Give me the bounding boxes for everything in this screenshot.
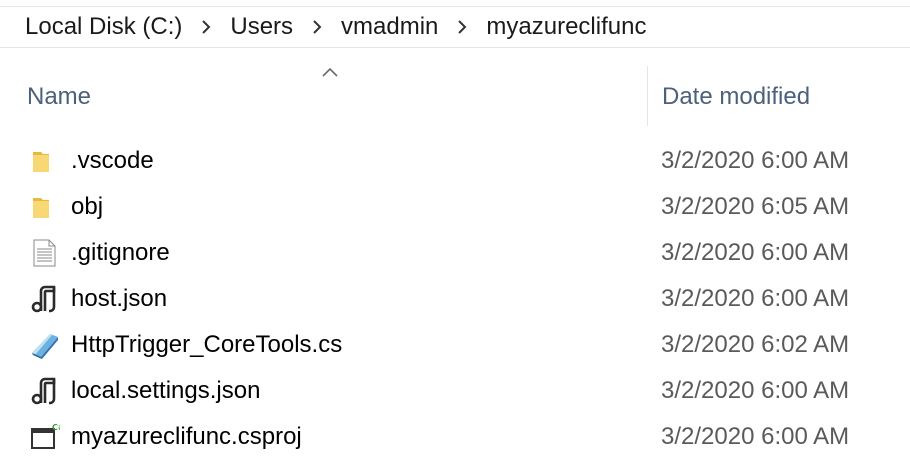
json-file-icon xyxy=(30,376,60,406)
breadcrumb: Local Disk (C:) Users vmadmin myazurecli… xyxy=(0,6,910,48)
file-name: host.json xyxy=(71,285,168,312)
file-name: local.settings.json xyxy=(71,377,261,404)
file-name: .gitignore xyxy=(71,239,170,266)
list-item[interactable]: C# myazureclifunc.csproj 3/2/2020 6:00 A… xyxy=(0,414,910,457)
svg-text:C#: C# xyxy=(52,423,60,432)
folder-icon xyxy=(30,192,60,222)
file-name: .vscode xyxy=(71,147,154,174)
csproj-file-icon: C# xyxy=(30,422,60,452)
file-name: myazureclifunc.csproj xyxy=(71,423,302,450)
chevron-right-icon[interactable] xyxy=(310,17,324,37)
breadcrumb-item-users[interactable]: Users xyxy=(230,13,293,41)
file-explorer-window: Local Disk (C:) Users vmadmin myazurecli… xyxy=(0,0,910,457)
list-item[interactable]: obj 3/2/2020 6:05 AM xyxy=(0,184,910,230)
file-date-modified: 3/2/2020 6:02 AM xyxy=(661,331,850,358)
csharp-file-icon xyxy=(30,330,60,360)
column-header-row: Name Date modified xyxy=(0,48,910,126)
file-date-modified: 3/2/2020 6:05 AM xyxy=(661,193,850,220)
file-date-modified: 3/2/2020 6:00 AM xyxy=(661,377,850,404)
file-list: .vscode 3/2/2020 6:00 AM obj 3/2/2020 6:… xyxy=(0,138,910,457)
chevron-right-icon[interactable] xyxy=(455,17,469,37)
file-date-modified: 3/2/2020 6:00 AM xyxy=(661,423,850,450)
chevron-right-icon[interactable] xyxy=(199,17,213,37)
json-file-icon xyxy=(30,284,60,314)
text-file-icon xyxy=(30,238,60,268)
column-header-name[interactable]: Name xyxy=(27,83,91,111)
list-item[interactable]: local.settings.json 3/2/2020 6:00 AM xyxy=(0,368,910,414)
list-item[interactable]: host.json 3/2/2020 6:00 AM xyxy=(0,276,910,322)
sort-ascending-icon xyxy=(321,64,339,77)
list-item[interactable]: .gitignore 3/2/2020 6:00 AM xyxy=(0,230,910,276)
column-header-date-modified[interactable]: Date modified xyxy=(662,83,810,111)
breadcrumb-item-vmadmin[interactable]: vmadmin xyxy=(341,13,438,41)
file-date-modified: 3/2/2020 6:00 AM xyxy=(661,285,850,312)
folder-icon xyxy=(30,146,60,176)
list-item[interactable]: HttpTrigger_CoreTools.cs 3/2/2020 6:02 A… xyxy=(0,322,910,368)
column-divider[interactable] xyxy=(647,66,648,126)
file-date-modified: 3/2/2020 6:00 AM xyxy=(661,147,850,174)
breadcrumb-item-myazureclifunc[interactable]: myazureclifunc xyxy=(486,13,646,41)
file-name: obj xyxy=(71,193,104,220)
breadcrumb-item-local-disk[interactable]: Local Disk (C:) xyxy=(25,13,182,41)
list-item[interactable]: .vscode 3/2/2020 6:00 AM xyxy=(0,138,910,184)
file-name: HttpTrigger_CoreTools.cs xyxy=(71,331,343,358)
file-date-modified: 3/2/2020 6:00 AM xyxy=(661,239,850,266)
